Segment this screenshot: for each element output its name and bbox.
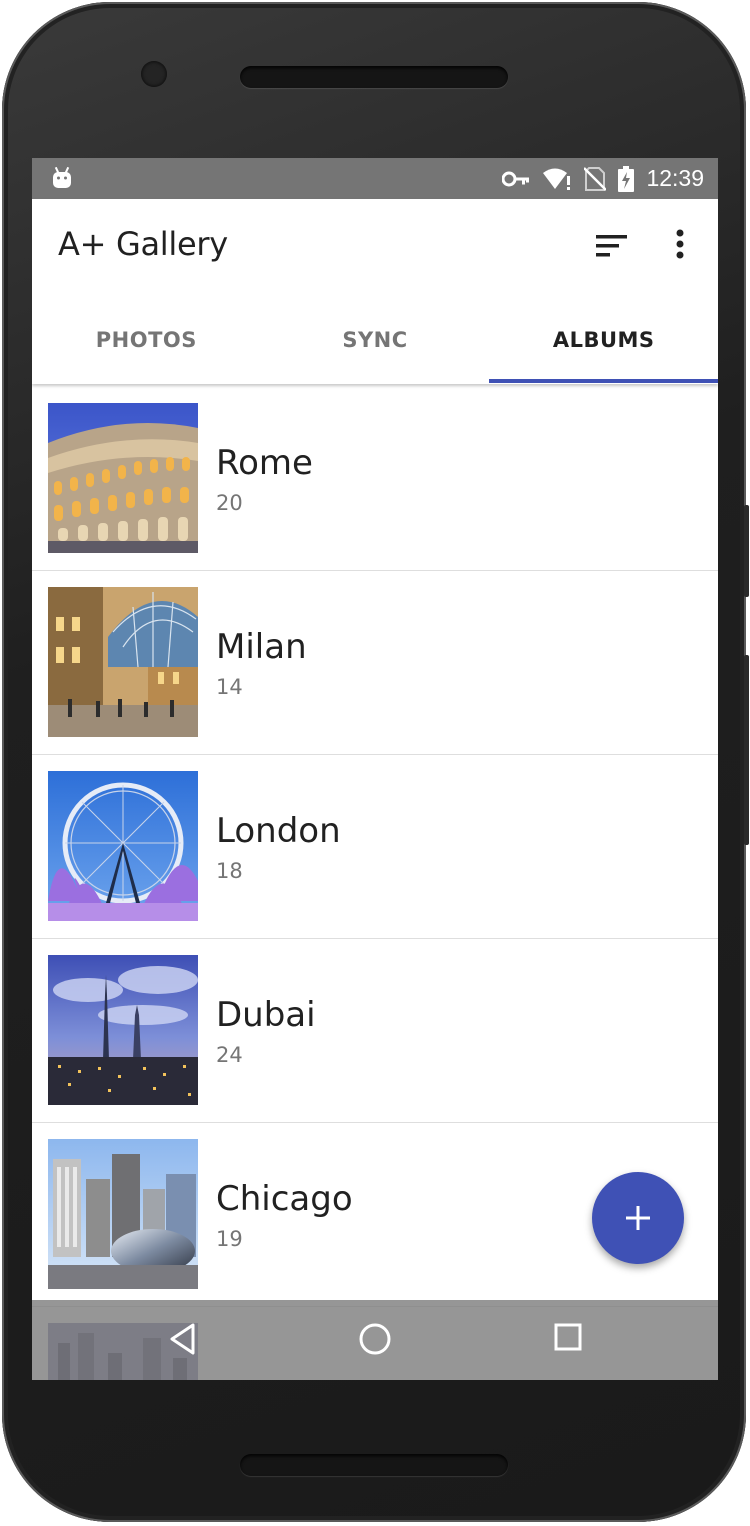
add-album-button[interactable] [592,1172,684,1264]
add-icon [626,1206,650,1230]
navigation-bar [32,1300,718,1380]
album-thumbnail-dubai [48,955,198,1105]
album-thumbnail-chicago [48,1139,198,1289]
no-sim-icon [584,166,607,191]
volume-rocker [744,655,749,845]
album-count: 18 [216,859,243,883]
status-bar: 12:39 [32,158,718,199]
album-count: 20 [216,491,243,515]
album-name: Chicago [216,1179,353,1219]
album-thumbnail-milan [48,587,198,737]
album-row-rome[interactable]: Rome 20 [32,387,718,571]
top-speaker [240,66,508,88]
android-debug-icon [53,167,71,188]
album-count: 19 [216,1227,243,1251]
front-camera [141,61,167,87]
album-count: 14 [216,675,243,699]
app-title: A+ Gallery [58,225,228,263]
back-icon[interactable] [168,1322,196,1356]
album-name: Dubai [216,995,316,1035]
album-count: 24 [216,1043,243,1067]
sort-icon[interactable] [592,229,632,263]
home-icon[interactable] [358,1322,392,1356]
tab-photos[interactable]: PHOTOS [32,299,261,384]
wifi-alert-icon [543,168,571,190]
album-row-dubai[interactable]: Dubai 24 [32,939,718,1123]
power-button [744,505,749,597]
recents-icon[interactable] [553,1322,583,1352]
vpn-key-icon [502,171,530,186]
album-row-london[interactable]: London 18 [32,755,718,939]
bottom-speaker [240,1454,508,1476]
status-time: 12:39 [646,165,704,191]
album-thumbnail-london [48,771,198,921]
screen: 12:39 A+ Gallery PHOTOS SYNC ALBUMS Rome… [32,158,718,1380]
tab-albums[interactable]: ALBUMS [489,299,718,384]
more-vert-icon[interactable] [668,227,692,263]
album-name: Milan [216,627,307,667]
phone-frame: 12:39 A+ Gallery PHOTOS SYNC ALBUMS Rome… [2,2,746,1522]
app-bar: A+ Gallery PHOTOS SYNC ALBUMS [32,199,718,384]
album-name: Rome [216,443,313,483]
tab-sync[interactable]: SYNC [261,299,490,384]
tab-bar: PHOTOS SYNC ALBUMS [32,299,718,384]
album-thumbnail-rome [48,403,198,553]
battery-charging-icon [618,165,635,192]
active-tab-indicator [489,379,718,383]
album-name: London [216,811,341,851]
album-row-milan[interactable]: Milan 14 [32,571,718,755]
